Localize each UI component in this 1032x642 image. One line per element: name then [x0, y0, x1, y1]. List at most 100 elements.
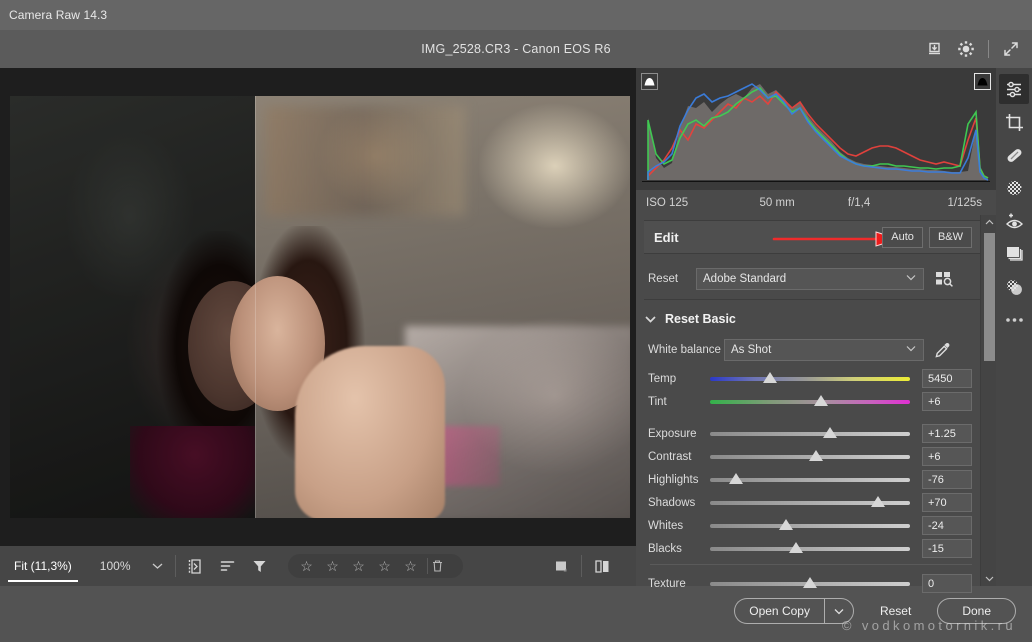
- open-copy-button[interactable]: Open Copy: [734, 598, 824, 624]
- histogram[interactable]: [636, 68, 996, 190]
- gear-icon[interactable]: [951, 34, 981, 64]
- zoom-100-tab[interactable]: 100%: [86, 546, 145, 586]
- slider-value-whites[interactable]: -24: [922, 516, 972, 535]
- white-balance-label: White balance: [648, 344, 721, 356]
- star-4[interactable]: ☆: [372, 558, 398, 575]
- right-panel: ISO 125 50 mm f/1,4 1/125s Edit Auto B&W: [636, 68, 996, 593]
- slider-track-whites[interactable]: [710, 517, 910, 535]
- sort-icon[interactable]: [212, 546, 244, 586]
- slider-row-contrast: Contrast +6: [644, 445, 980, 468]
- profile-label: Reset: [648, 273, 679, 285]
- slider-thumb-whites[interactable]: [779, 518, 793, 530]
- slider-track-fill: [710, 376, 910, 381]
- slider-track-tint[interactable]: [710, 393, 910, 411]
- slider-track-fill: [710, 546, 910, 551]
- toolbar-divider: [174, 555, 176, 577]
- slider-label-temp: Temp: [648, 372, 677, 385]
- slider-value-tint[interactable]: +6: [922, 392, 972, 411]
- rail-item-healing-tool[interactable]: [999, 140, 1029, 170]
- rail-item-more-tool[interactable]: [999, 305, 1029, 335]
- file-name-label: IMG_2528.CR3 - Canon EOS R6: [421, 42, 611, 56]
- auto-button[interactable]: Auto: [882, 226, 923, 248]
- white-balance-select[interactable]: As Shot: [724, 339, 924, 361]
- header-divider: [988, 40, 989, 58]
- slider-track-exposure[interactable]: [710, 425, 910, 443]
- slider-track-highlights[interactable]: [710, 471, 910, 489]
- rail-item-masking-tool[interactable]: [999, 173, 1029, 203]
- save-icon[interactable]: [919, 34, 949, 64]
- rail-item-presets-tool[interactable]: [999, 239, 1029, 269]
- rail-item-edit-tool[interactable]: [999, 74, 1029, 104]
- star-3[interactable]: ☆: [346, 558, 372, 575]
- exif-iso: ISO 125: [646, 196, 689, 209]
- rail-item-crop-tool[interactable]: [999, 107, 1029, 137]
- trash-icon[interactable]: [431, 559, 457, 573]
- basic-section-header[interactable]: Reset Basic: [644, 307, 980, 331]
- image-preview-canvas[interactable]: ДО Auto: [0, 68, 636, 546]
- photo-arm-after: [295, 346, 445, 518]
- slider-value-highlights[interactable]: -76: [922, 470, 972, 489]
- slider-value-texture[interactable]: 0: [922, 574, 972, 593]
- chevron-down-icon[interactable]: [145, 546, 171, 586]
- scroll-down-chevron-icon[interactable]: [981, 572, 997, 586]
- panel-scrollbar[interactable]: [980, 215, 996, 586]
- basic-section-title: Reset Basic: [665, 312, 736, 326]
- slider-track-contrast[interactable]: [710, 448, 910, 466]
- slider-thumb-tint[interactable]: [814, 394, 828, 406]
- rail-item-red-eye-tool[interactable]: [999, 206, 1029, 236]
- scroll-up-chevron-icon[interactable]: [981, 215, 997, 229]
- slider-value-exposure[interactable]: +1.25: [922, 424, 972, 443]
- slider-track-fill: [710, 431, 910, 436]
- slider-track-temp[interactable]: [710, 370, 910, 388]
- chevron-down-icon: [906, 345, 916, 352]
- rail-item-snapshots-tool[interactable]: [999, 272, 1029, 302]
- slider-thumb-blacks[interactable]: [789, 541, 803, 553]
- chevron-down-icon: [645, 316, 656, 323]
- slider-value-blacks[interactable]: -15: [922, 539, 972, 558]
- bw-button[interactable]: B&W: [928, 226, 972, 248]
- slider-row-shadows: Shadows +70: [644, 491, 980, 514]
- slider-thumb-texture[interactable]: [803, 576, 817, 588]
- star-5[interactable]: ☆: [398, 558, 424, 575]
- reset-button[interactable]: Reset: [854, 604, 937, 618]
- exif-info-row: ISO 125 50 mm f/1,4 1/125s: [636, 190, 996, 215]
- slider-value-temp[interactable]: 5450: [922, 369, 972, 388]
- snapshots-icon: [1006, 279, 1022, 295]
- slider-thumb-highlights[interactable]: [729, 472, 743, 484]
- before-after-compare-icon[interactable]: [586, 546, 618, 586]
- slider-thumb-exposure[interactable]: [823, 426, 837, 438]
- eyedropper-icon[interactable]: [933, 341, 952, 360]
- slider-row-whites: Whites -24: [644, 514, 980, 537]
- preview-mode-icon[interactable]: [545, 546, 577, 586]
- star-2[interactable]: ☆: [320, 558, 346, 575]
- slider-thumb-shadows[interactable]: [871, 495, 885, 507]
- slider-track-blacks[interactable]: [710, 540, 910, 558]
- edit-panel-title: Edit: [654, 229, 679, 245]
- watermark: © vodkomotornik.ru: [841, 618, 1016, 633]
- slider-label-tint: Tint: [648, 395, 667, 408]
- slider-value-contrast[interactable]: +6: [922, 447, 972, 466]
- highlight-clipping-indicator-icon[interactable]: [974, 73, 991, 90]
- filter-icon[interactable]: [244, 546, 276, 586]
- scrollbar-thumb[interactable]: [984, 233, 995, 361]
- slider-thumb-temp[interactable]: [763, 371, 777, 383]
- slider-thumb-contrast[interactable]: [809, 449, 823, 461]
- filmstrip-toggle-icon[interactable]: [180, 546, 212, 586]
- slider-track-shadows[interactable]: [710, 494, 910, 512]
- expand-icon[interactable]: [996, 34, 1026, 64]
- before-after-split-line[interactable]: [255, 96, 256, 518]
- star-1[interactable]: ☆: [294, 558, 320, 575]
- slider-row-temp: Temp 5450: [644, 367, 980, 390]
- slider-track-texture[interactable]: [710, 575, 910, 593]
- healing-brush-icon: [1007, 148, 1021, 162]
- profile-browser-icon[interactable]: [934, 270, 954, 288]
- profile-select[interactable]: Adobe Standard: [696, 268, 924, 290]
- photo[interactable]: [10, 96, 630, 518]
- zoom-fit-tab[interactable]: Fit (11,3%): [0, 546, 86, 586]
- photo-dress-before: [130, 426, 260, 518]
- shadow-clipping-indicator-icon[interactable]: [641, 73, 658, 90]
- presets-stack-icon: [1006, 246, 1023, 261]
- slider-group-divider: [650, 564, 972, 565]
- star-rating-group[interactable]: ☆ ☆ ☆ ☆ ☆: [287, 554, 463, 578]
- slider-value-shadows[interactable]: +70: [922, 493, 972, 512]
